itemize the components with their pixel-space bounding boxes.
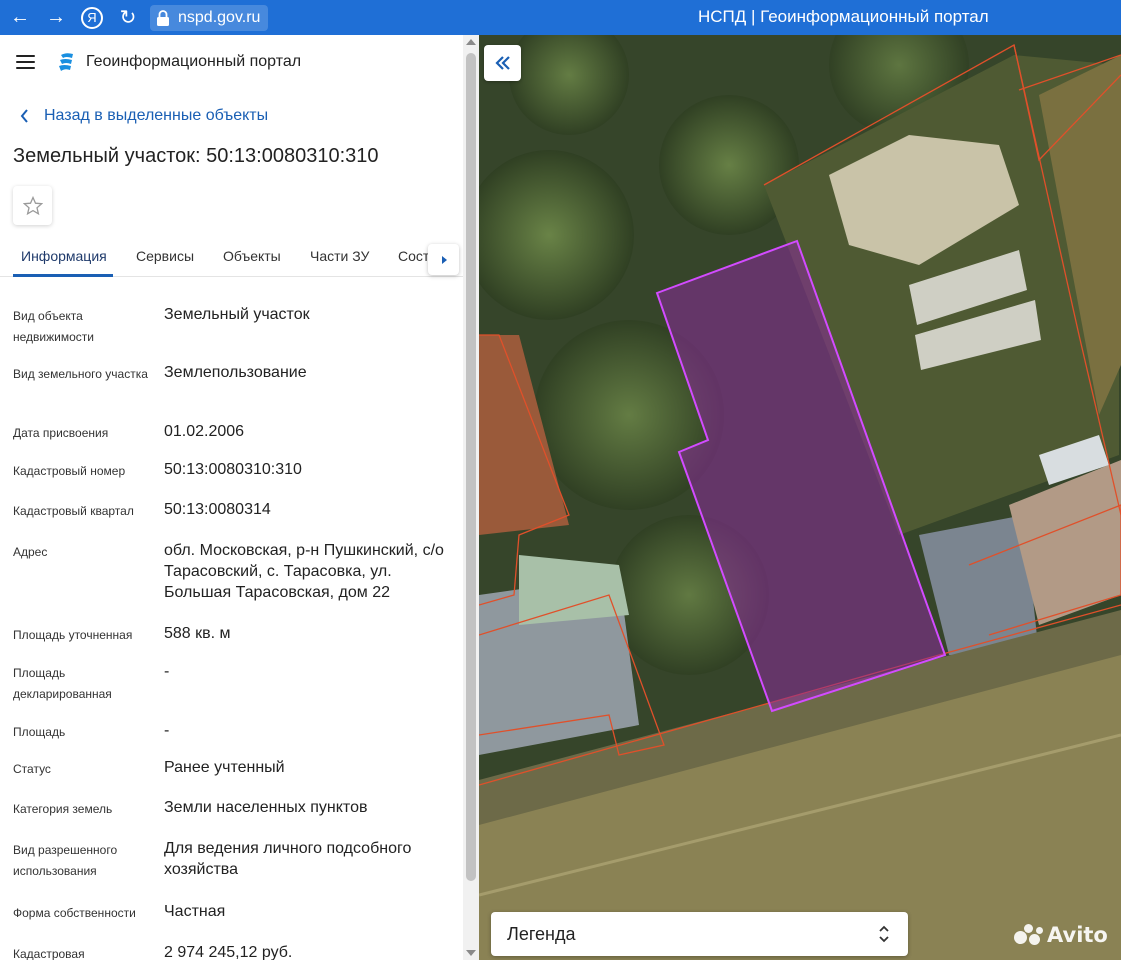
app-header: Геоинформационный портал bbox=[0, 35, 463, 91]
property-value: 2 974 245,12 руб. bbox=[164, 944, 293, 960]
collapse-panel-button[interactable] bbox=[484, 45, 521, 81]
object-title: Земельный участок: 50:13:0080310:310 bbox=[13, 145, 379, 167]
property-label: Адрес bbox=[13, 545, 48, 559]
property-value: 588 кв. м bbox=[164, 625, 231, 642]
browser-toolbar: ← → Я ↻ nspd.gov.ru НСПД | Геоинформацио… bbox=[0, 0, 1121, 35]
active-tab-indicator bbox=[13, 274, 113, 277]
panel-scrollbar[interactable] bbox=[463, 35, 479, 960]
legend-dropdown[interactable]: Легенда bbox=[491, 912, 908, 956]
property-value: 50:13:0080310:310 bbox=[164, 461, 302, 478]
favorite-button[interactable] bbox=[13, 186, 52, 225]
window-title: НСПД | Геоинформационный портал bbox=[698, 7, 989, 26]
star-icon bbox=[22, 195, 43, 215]
property-value: 50:13:0080314 bbox=[164, 501, 271, 518]
tab-composition[interactable]: Сост bbox=[398, 248, 429, 264]
property-value: Землепользование bbox=[164, 364, 307, 381]
property-value: - bbox=[164, 722, 170, 739]
property-label: Кадастровый номер bbox=[13, 464, 126, 478]
property-value: Для ведения личного подсобного хозяйства bbox=[164, 840, 412, 878]
portal-logo-icon bbox=[59, 53, 73, 71]
property-label: Площадь уточненная bbox=[13, 628, 133, 642]
scroll-up-arrow-icon[interactable] bbox=[466, 39, 476, 45]
property-label: Вид разрешенного использования bbox=[13, 843, 118, 878]
tabs-scroll-right-button[interactable] bbox=[428, 244, 459, 275]
back-link-label: Назад в выделенные объекты bbox=[44, 107, 269, 124]
chevron-up-down-icon bbox=[879, 925, 889, 943]
tab-objects[interactable]: Объекты bbox=[223, 248, 281, 264]
property-value: - bbox=[164, 663, 170, 680]
yandex-icon[interactable]: Я bbox=[74, 0, 110, 35]
tab-services[interactable]: Сервисы bbox=[136, 248, 194, 264]
info-panel: Геоинформационный портал Назад в выделен… bbox=[0, 35, 463, 960]
avito-logo-icon bbox=[1014, 923, 1044, 947]
back-to-selection-link[interactable]: Назад в выделенные объекты bbox=[20, 107, 268, 125]
url-text: nspd.gov.ru bbox=[178, 8, 261, 26]
property-value: Ранее учтенный bbox=[164, 759, 285, 776]
property-label: Кадастровая bbox=[13, 947, 85, 960]
property-label: Площадь bbox=[13, 725, 66, 739]
scrollbar-thumb[interactable] bbox=[466, 53, 476, 881]
property-label: Форма собственности bbox=[13, 906, 136, 920]
app-title: Геоинформационный портал bbox=[86, 53, 302, 70]
back-arrow-icon[interactable]: ← bbox=[2, 0, 38, 35]
tab-information[interactable]: Информация bbox=[21, 248, 107, 264]
property-label: Вид земельного участка bbox=[13, 367, 148, 381]
hamburger-menu-icon[interactable] bbox=[16, 55, 35, 69]
map-view[interactable] bbox=[479, 35, 1121, 960]
satellite-map bbox=[479, 35, 1121, 960]
property-value: Земли населенных пунктов bbox=[164, 799, 368, 816]
forward-arrow-icon[interactable]: → bbox=[38, 0, 74, 35]
property-value: Частная bbox=[164, 903, 226, 920]
caret-right-icon bbox=[441, 255, 447, 264]
property-value: 01.02.2006 bbox=[164, 423, 245, 440]
property-value: Земельный участок bbox=[164, 306, 310, 323]
avito-watermark: Avito bbox=[1014, 920, 1114, 950]
property-label: Вид объекта недвижимости bbox=[13, 309, 94, 344]
tab-parts[interactable]: Части ЗУ bbox=[310, 248, 369, 264]
legend-label: Легенда bbox=[507, 924, 576, 944]
scroll-down-arrow-icon[interactable] bbox=[466, 950, 476, 956]
property-label: Категория земель bbox=[13, 802, 113, 816]
property-label: Кадастровый квартал bbox=[13, 504, 134, 518]
watermark-text: Avito bbox=[1047, 923, 1108, 947]
property-label: Площадь декларированная bbox=[13, 666, 112, 701]
property-label: Статус bbox=[13, 762, 51, 776]
tab-bar: Информация Сервисы Объекты Части ЗУ Сост bbox=[0, 236, 463, 277]
address-bar[interactable]: nspd.gov.ru bbox=[150, 4, 269, 31]
lock-icon bbox=[157, 9, 169, 26]
chevron-left-icon bbox=[20, 109, 28, 123]
reload-icon[interactable]: ↻ bbox=[110, 0, 146, 35]
property-value: обл. Московская, р-н Пушкинский, с/о Тар… bbox=[164, 542, 444, 601]
double-chevron-left-icon bbox=[494, 56, 510, 70]
property-label: Дата присвоения bbox=[13, 426, 109, 440]
